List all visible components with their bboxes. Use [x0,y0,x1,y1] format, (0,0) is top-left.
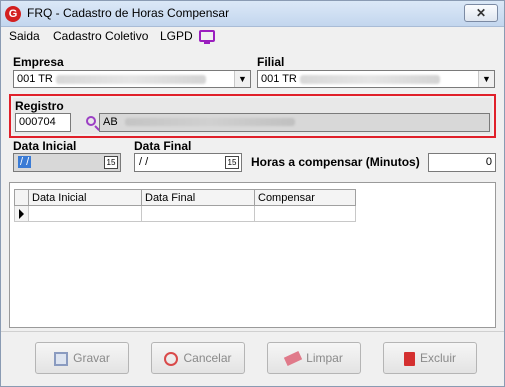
data-final-field[interactable]: / / 15 [134,153,242,172]
data-inicial-value: / / [18,156,32,168]
trash-icon [403,351,415,366]
main-window: G FRQ - Cadastro de Horas Compensar ✕ Sa… [0,0,505,387]
floppy-disk-icon [54,351,69,366]
grid-table: Data Inicial Data Final Compensar [14,189,356,222]
redacted-text [56,75,206,84]
gravar-label: Gravar [73,351,110,365]
title-bar: G FRQ - Cadastro de Horas Compensar ✕ [1,1,504,27]
empresa-select[interactable]: 001 TR ▼ [13,70,251,88]
cancel-icon [164,351,179,366]
registro-name-field: AB [99,113,490,132]
redacted-text [124,118,295,127]
empresa-value: 001 TR [17,73,53,85]
registro-code-input[interactable]: 000704 [15,113,71,132]
cancelar-label: Cancelar [183,351,232,365]
button-bar: Gravar Cancelar Limpar Excluir [1,331,504,386]
chevron-down-icon[interactable]: ▼ [478,71,494,87]
close-button[interactable]: ✕ [464,4,498,22]
calendar-icon[interactable]: 15 [225,156,239,169]
window-title: FRQ - Cadastro de Horas Compensar [27,6,230,20]
filial-value: 001 TR [261,73,297,85]
col-data-inicial[interactable]: Data Inicial [28,189,142,206]
horas-label: Horas a compensar (Minutos) [251,155,420,169]
filial-label: Filial [257,55,285,69]
table-row[interactable] [14,205,356,222]
row-pointer-icon [19,208,24,219]
horas-grid[interactable]: Data Inicial Data Final Compensar [9,182,496,328]
data-inicial-label: Data Inicial [13,139,77,153]
menu-bar: Saida Cadastro Coletivo LGPD [1,27,504,47]
excluir-label: Excluir [419,351,456,365]
registro-label: Registro [15,99,64,113]
calendar-icon[interactable]: 15 [104,156,118,169]
registro-name-prefix: AB [103,116,118,128]
cell-compensar[interactable] [254,205,356,222]
limpar-button[interactable]: Limpar [267,342,361,374]
cell-data-inicial[interactable] [28,205,142,222]
empresa-label: Empresa [13,55,64,69]
registro-highlight-box: Registro 000704 AB [9,94,496,138]
horas-input[interactable]: 0 [428,153,496,172]
data-final-label: Data Final [134,139,192,153]
row-indicator [14,205,29,222]
data-final-value: / / [139,156,149,168]
menu-cadastro-coletivo[interactable]: Cadastro Coletivo [53,29,148,43]
menu-lgpd[interactable]: LGPD [160,29,193,43]
col-data-final[interactable]: Data Final [141,189,255,206]
excluir-button[interactable]: Excluir [383,342,477,374]
col-compensar[interactable]: Compensar [254,189,356,206]
menu-saida[interactable]: Saida [9,29,40,43]
redacted-text [300,75,440,84]
limpar-label: Limpar [306,351,343,365]
gravar-button[interactable]: Gravar [35,342,129,374]
data-inicial-field[interactable]: / / 15 [13,153,121,172]
grid-corner [14,189,29,206]
eraser-icon [284,351,303,367]
monitor-icon[interactable] [199,30,215,44]
search-icon[interactable] [86,116,100,131]
cancelar-button[interactable]: Cancelar [151,342,245,374]
cell-data-final[interactable] [141,205,255,222]
app-logo-icon: G [5,6,21,22]
filial-select[interactable]: 001 TR ▼ [257,70,495,88]
chevron-down-icon[interactable]: ▼ [234,71,250,87]
registro-panel: Registro 000704 AB [13,98,492,134]
